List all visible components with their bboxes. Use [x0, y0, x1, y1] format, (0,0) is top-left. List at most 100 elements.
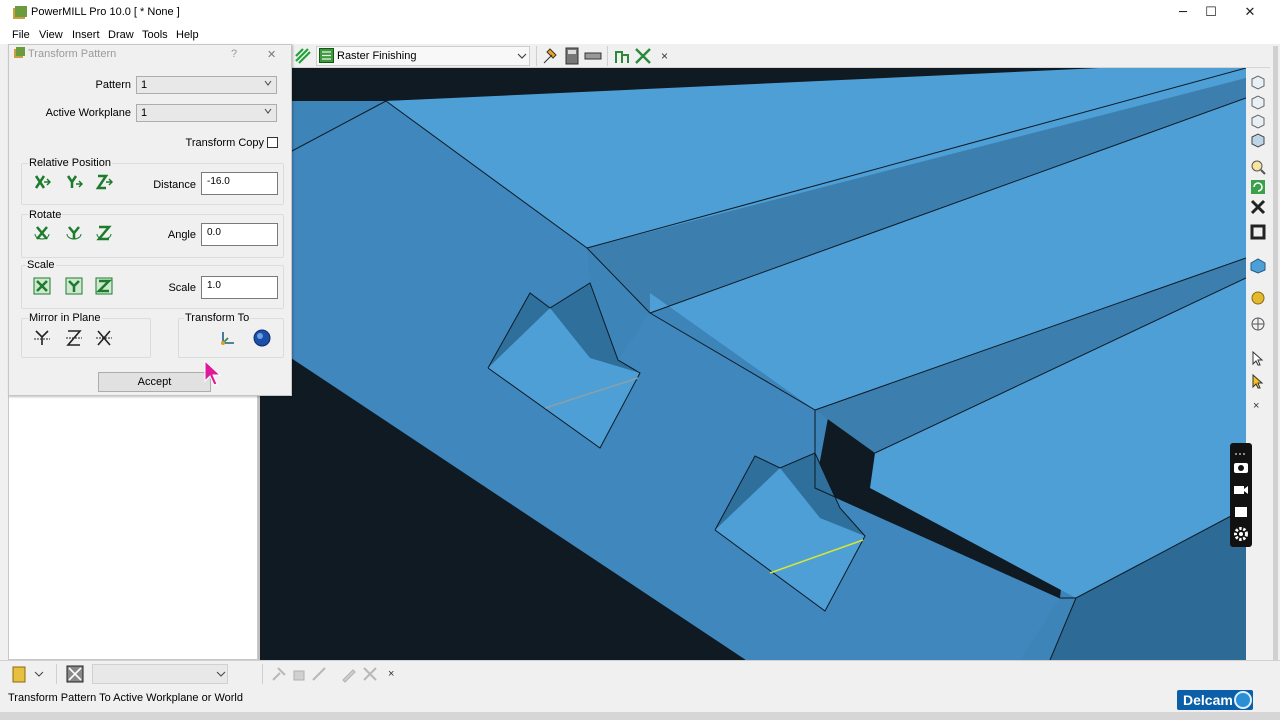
status-text: Transform Pattern To Active Workplane or…: [8, 692, 243, 704]
zoom-icon[interactable]: [1250, 159, 1266, 175]
camera-icon[interactable]: [1233, 460, 1249, 474]
chevron-down-icon: [264, 80, 272, 86]
menu-help[interactable]: Help: [176, 29, 199, 41]
screen-recorder-bar: [1230, 443, 1252, 547]
settings-icon[interactable]: [1233, 527, 1249, 541]
rotate-x-icon[interactable]: [33, 224, 51, 242]
dialog-help-button[interactable]: ?: [231, 48, 237, 60]
video-icon[interactable]: [1233, 483, 1249, 497]
disabled-delete-icon: [363, 667, 377, 681]
chevron-down-icon: [264, 108, 272, 114]
pattern-value: 1: [141, 79, 148, 91]
menu-file[interactable]: File: [12, 29, 30, 41]
window-capture-icon[interactable]: [1233, 505, 1249, 519]
refresh-icon[interactable]: [1250, 179, 1266, 195]
move-y-icon[interactable]: [65, 173, 83, 191]
toolbar-divider: [56, 664, 57, 684]
chevron-down-icon[interactable]: [34, 670, 44, 678]
layer-selector[interactable]: [92, 664, 228, 684]
menu-draw[interactable]: Draw: [108, 29, 134, 41]
toolpath-transform-icon[interactable]: [634, 47, 652, 65]
calculator-icon[interactable]: [564, 47, 580, 65]
tool-icon[interactable]: [542, 47, 560, 65]
title-bar: PowerMILL Pro 10.0 [ * None ] ─ ☐ ✕: [0, 0, 1280, 26]
pattern-label: Pattern: [95, 79, 131, 91]
dialog-app-icon: [14, 47, 25, 58]
rotate-y-icon[interactable]: [65, 224, 83, 242]
delcam-badge-icon: [1234, 691, 1252, 709]
mouse-cursor-icon: [204, 360, 222, 386]
toolbar-divider: [262, 664, 263, 684]
rotate-label: Rotate: [28, 209, 63, 221]
view-front-icon[interactable]: [1250, 74, 1266, 90]
transform-to-label: Transform To: [184, 312, 251, 324]
view-iso-icon[interactable]: [1250, 132, 1266, 148]
menu-bar: File View Insert Draw Tools Help: [0, 26, 1280, 44]
toolbar-close-icon[interactable]: ×: [661, 49, 668, 63]
distance-input[interactable]: -16.0: [201, 172, 278, 195]
fit-view-icon[interactable]: [1250, 199, 1266, 215]
world-globe-icon[interactable]: [253, 329, 271, 347]
move-x-icon[interactable]: [33, 173, 51, 191]
distance-label: Distance: [153, 179, 196, 191]
scale-group-label: Scale: [26, 259, 56, 271]
raster-finishing-icon: [319, 48, 334, 63]
disabled-link-icon: [312, 667, 326, 681]
workplane-axes-icon[interactable]: [218, 329, 236, 347]
view-side-icon[interactable]: [1250, 94, 1266, 110]
scale-y-icon[interactable]: [65, 277, 83, 295]
rotate-z-icon[interactable]: [95, 224, 113, 242]
toolbar-divider: [607, 46, 608, 66]
dialog-close-button[interactable]: ✕: [267, 48, 276, 61]
vertical-scrollbar[interactable]: [1273, 46, 1278, 686]
chevron-down-icon[interactable]: [517, 52, 527, 60]
taskbar-strip: [0, 712, 1280, 720]
scale-x-icon[interactable]: [33, 277, 51, 295]
relative-position-label: Relative Position: [28, 157, 112, 169]
view-top-icon[interactable]: [1250, 113, 1266, 129]
folder-icon[interactable]: [12, 665, 28, 683]
disabled-edit-icon: [272, 667, 286, 681]
ruler-icon[interactable]: [584, 47, 602, 65]
recorder-menu-icon[interactable]: [1233, 447, 1249, 461]
active-workplane-label: Active Workplane: [45, 107, 131, 119]
angle-label: Angle: [167, 229, 196, 241]
select-icon[interactable]: [1250, 350, 1266, 366]
block-icon[interactable]: [1250, 224, 1266, 240]
transform-copy-label: Transform Copy: [185, 137, 264, 149]
mirror-in-plane-label: Mirror in Plane: [28, 312, 102, 324]
right-toolbar-close-icon[interactable]: ×: [1253, 400, 1259, 412]
mirror-zx-icon[interactable]: [95, 329, 113, 347]
menu-insert[interactable]: Insert: [72, 29, 100, 41]
graphics-viewport[interactable]: [260, 68, 1246, 660]
material-icon[interactable]: [1250, 290, 1266, 306]
active-workplane-select[interactable]: 1: [136, 104, 277, 122]
scale-input[interactable]: 1.0: [201, 276, 278, 299]
pick-icon[interactable]: [1250, 373, 1266, 389]
layer-icon[interactable]: [66, 665, 84, 683]
mirror-yz-icon[interactable]: [65, 329, 83, 347]
toolpath-edit-icon[interactable]: [613, 47, 631, 65]
globe-icon[interactable]: [1250, 316, 1266, 332]
shaded-view-icon[interactable]: [1250, 258, 1266, 274]
bottom-toolbar-close-icon[interactable]: ×: [388, 668, 394, 680]
menu-tools[interactable]: Tools: [142, 29, 168, 41]
disabled-hand-icon: [293, 670, 305, 681]
pattern-select[interactable]: 1: [136, 76, 277, 94]
window-title: PowerMILL Pro 10.0 [ * None ]: [31, 6, 180, 18]
view-toolbar: ×: [1246, 68, 1270, 416]
scale-z-icon[interactable]: [95, 277, 113, 295]
transform-copy-checkbox[interactable]: [267, 137, 278, 148]
move-z-icon[interactable]: [95, 173, 113, 191]
powermill-app-icon: [13, 6, 27, 19]
disabled-pencil-icon: [342, 669, 356, 683]
active-workplane-value: 1: [141, 107, 148, 119]
chevron-down-icon[interactable]: [216, 670, 226, 678]
close-button[interactable]: ✕: [1227, 0, 1273, 26]
menu-view[interactable]: View: [39, 29, 63, 41]
strategy-label: Raster Finishing: [337, 50, 417, 62]
angle-input[interactable]: 0.0: [201, 223, 278, 246]
strategy-icon[interactable]: [294, 47, 312, 65]
mirror-xy-icon[interactable]: [33, 329, 51, 347]
accept-button[interactable]: Accept: [98, 372, 211, 392]
